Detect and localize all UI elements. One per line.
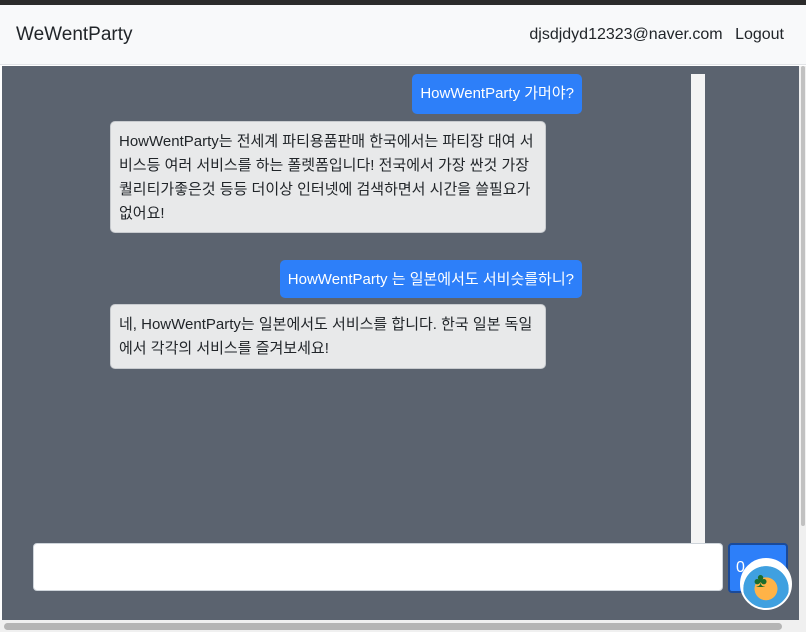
message-input[interactable]	[33, 543, 723, 591]
nav-right: djsdjdyd12323@naver.com Logout	[529, 26, 784, 44]
avatar[interactable]: ♣	[740, 558, 792, 610]
horizontal-scrollbar-track[interactable]	[0, 620, 806, 632]
user-message: HowWentParty 가머야?	[412, 74, 582, 114]
bot-message: HowWentParty는 전세계 파티용품판매 한국에서는 파티장 대여 서비…	[110, 121, 546, 233]
palm-island-icon: ♣	[754, 570, 768, 592]
brand-link[interactable]: WeWentParty	[16, 24, 133, 46]
chat-area: HowWentParty 가머야? HowWentParty는 전세계 파티용품…	[2, 66, 799, 620]
user-message: HowWentParty 는 일본에서도 서비슷를하니?	[279, 260, 582, 298]
horizontal-scrollbar-thumb[interactable]	[4, 623, 782, 630]
message-list: HowWentParty 가머야? HowWentParty는 전세계 파티용품…	[2, 66, 692, 542]
navbar: WeWentParty djsdjdyd12323@naver.com Logo…	[0, 5, 806, 65]
logout-link[interactable]: Logout	[735, 26, 784, 44]
user-email: djsdjdyd12323@naver.com	[529, 26, 723, 43]
bot-message: 네, HowWentParty는 일본에서도 서비스를 합니다. 한국 일본 독…	[110, 304, 546, 369]
page-scrollbar-thumb[interactable]	[801, 66, 805, 526]
message-list-scrollbar[interactable]	[691, 74, 705, 544]
